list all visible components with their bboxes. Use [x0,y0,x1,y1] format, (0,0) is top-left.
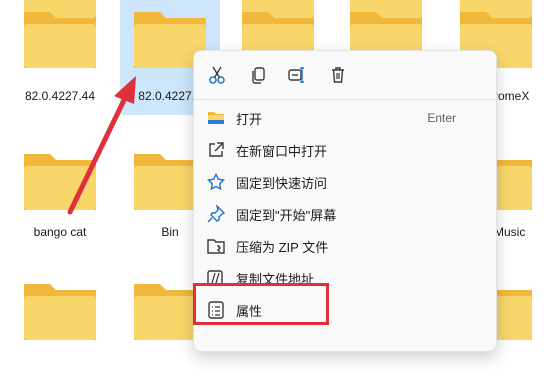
zip-icon [206,236,226,256]
rename-icon[interactable] [287,65,307,85]
menu-item-shortcut: Enter [427,111,456,125]
menu-item-compress-zip[interactable]: 压缩为 ZIP 文件 [194,231,496,261]
folder-icon [24,154,96,210]
menu-item-open-new-window[interactable]: 在新窗口中打开 [194,135,496,165]
menu-item-open[interactable]: 打开 Enter [194,103,496,133]
folder-label: romeX [494,89,530,103]
menu-item-label: 固定到"开始"屏幕 [236,207,337,223]
star-icon [206,172,226,192]
folder-tile[interactable]: 82.0.4227.44 [10,6,110,116]
copy-icon[interactable] [248,65,268,85]
trash-icon[interactable] [328,65,348,85]
folder-tile[interactable] [10,272,110,382]
folder-icon [24,284,96,340]
folder-label: 82.0.4227.44 [24,89,96,103]
folder-open-icon [206,108,226,128]
folder-label: Music [494,225,526,239]
folder-icon [24,12,96,68]
menu-item-pin-start[interactable]: 固定到"开始"屏幕 [194,199,496,229]
menu-divider [194,99,496,100]
open-new-window-icon [206,140,226,160]
annotation-highlight-box [193,283,329,325]
folder-label: bango cat [33,225,87,239]
menu-item-label: 压缩为 ZIP 文件 [236,239,329,255]
scissors-icon[interactable] [207,65,227,85]
menu-item-pin-quick-access[interactable]: 固定到快速访问 [194,167,496,197]
menu-item-label: 在新窗口中打开 [236,143,328,159]
pin-icon [206,204,226,224]
menu-item-label: 打开 [236,111,263,127]
folder-tile[interactable]: bango cat [10,142,110,252]
menu-item-label: 固定到快速访问 [236,175,328,191]
